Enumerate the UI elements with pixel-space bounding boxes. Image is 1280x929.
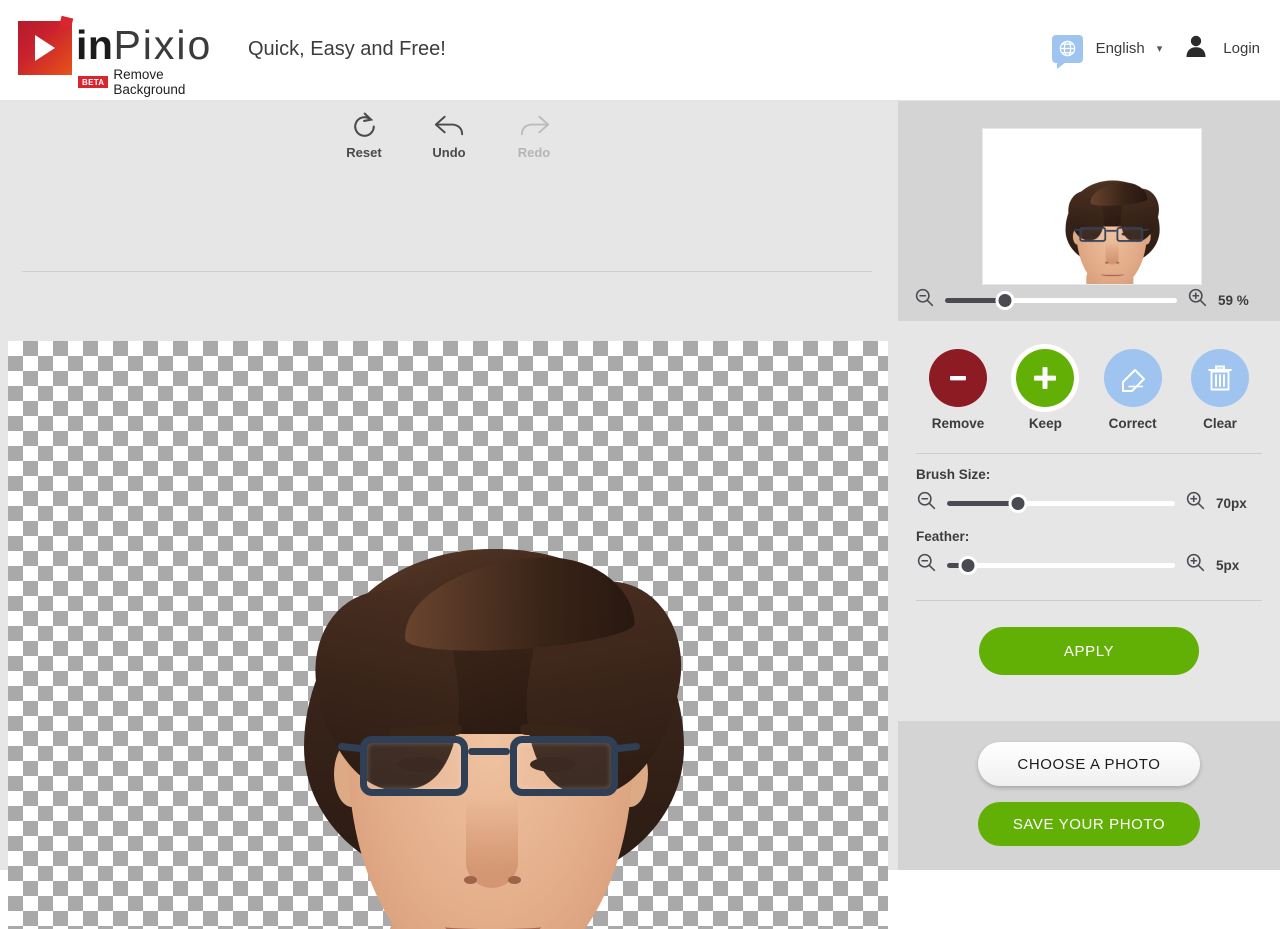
zoom-slider-row: 59 % <box>898 287 1280 313</box>
tool-clear[interactable]: Clear <box>1182 349 1258 431</box>
editing-tools-section: Remove Keep Correct Clear Brush Size: 70… <box>898 321 1280 721</box>
feather-slider-row: 5px <box>916 552 1262 578</box>
tools-divider-top <box>916 453 1262 454</box>
zoom-slider-track[interactable] <box>945 290 1177 310</box>
undo-label: Undo <box>432 145 466 160</box>
globe-icon[interactable] <box>1051 34 1083 69</box>
edit-toolbar: Reset Undo Redo <box>0 110 898 170</box>
tool-keep-label: Keep <box>1028 416 1062 431</box>
logo-pixio-text: Pixio <box>113 22 213 68</box>
logo-in-text: in <box>76 22 114 68</box>
reset-button[interactable]: Reset <box>334 110 394 170</box>
redo-button[interactable]: Redo <box>504 110 564 170</box>
brush-zoom-out-icon[interactable] <box>916 490 937 516</box>
brush-zoom-in-icon[interactable] <box>1185 490 1206 516</box>
thumbnail-portrait <box>992 129 1201 284</box>
plus-circle-icon <box>1016 349 1075 407</box>
tool-keep[interactable]: Keep <box>1007 349 1083 431</box>
logo-subtitle: BETA Remove Background <box>78 67 238 97</box>
feather-knob[interactable] <box>958 555 978 575</box>
brush-tools-row: Remove Keep Correct Clear <box>916 321 1262 431</box>
chevron-down-icon[interactable]: ▾ <box>1157 42 1163 55</box>
choose-photo-button[interactable]: CHOOSE A PHOTO <box>978 742 1200 786</box>
image-canvas[interactable] <box>8 341 888 929</box>
tool-remove[interactable]: Remove <box>920 349 996 431</box>
reset-label: Reset <box>346 145 382 160</box>
brush-size-track[interactable] <box>947 493 1175 513</box>
feather-value: 5px <box>1216 557 1240 573</box>
header-actions: English ▾ Login <box>1051 34 1260 69</box>
trash-can-icon <box>1190 349 1249 407</box>
toolbar-divider <box>22 271 872 272</box>
brush-size-value: 70px <box>1216 495 1247 511</box>
brush-size-slider-row: 70px <box>916 490 1262 516</box>
user-avatar-icon[interactable] <box>1185 34 1207 63</box>
redo-label: Redo <box>517 145 551 160</box>
login-link[interactable]: Login <box>1223 40 1260 57</box>
tool-clear-label: Clear <box>1203 416 1237 431</box>
zoom-slider-knob[interactable] <box>995 290 1015 310</box>
beta-badge: BETA <box>78 76 109 88</box>
brush-size-label: Brush Size: <box>916 467 991 482</box>
zoom-value: 59 % <box>1218 292 1249 308</box>
brand-logo[interactable]: inPixio BETA Remove Background <box>18 15 238 97</box>
brush-size-knob[interactable] <box>1008 493 1028 513</box>
logo-wordmark: inPixio <box>76 17 212 73</box>
tool-correct[interactable]: Correct <box>1095 349 1171 431</box>
apply-button-wrap: APPLY <box>916 601 1262 675</box>
product-name: Remove Background <box>113 67 186 97</box>
tool-remove-label: Remove <box>931 416 985 431</box>
feather-zoom-out-icon[interactable] <box>916 552 937 578</box>
zoom-in-icon[interactable] <box>1187 287 1208 313</box>
zoom-out-icon[interactable] <box>914 287 935 313</box>
tagline: Quick, Easy and Free! <box>248 38 446 60</box>
canvas-area: Reset Undo Redo <box>0 101 898 929</box>
apply-button[interactable]: APPLY <box>979 627 1199 675</box>
undo-button[interactable]: Undo <box>419 110 479 170</box>
file-actions-section: CHOOSE A PHOTO SAVE YOUR PHOTO <box>898 721 1280 870</box>
minus-circle-icon <box>929 349 987 407</box>
language-label[interactable]: English <box>1096 40 1145 57</box>
thumbnail-preview[interactable] <box>982 128 1202 285</box>
feather-label: Feather: <box>916 529 970 544</box>
feather-zoom-in-icon[interactable] <box>1185 552 1206 578</box>
play-logo-icon <box>18 21 72 75</box>
save-photo-button[interactable]: SAVE YOUR PHOTO <box>978 802 1200 846</box>
portrait-image <box>8 341 888 929</box>
eraser-icon <box>1103 349 1162 407</box>
tool-correct-label: Correct <box>1108 416 1157 431</box>
feather-track[interactable] <box>947 555 1175 575</box>
tools-panel: 59 % Remove Keep Correct Clear Brush Siz… <box>898 101 1280 870</box>
app-header: inPixio BETA Remove Background Quick, Ea… <box>0 0 1280 101</box>
preview-section: 59 % <box>898 101 1280 321</box>
